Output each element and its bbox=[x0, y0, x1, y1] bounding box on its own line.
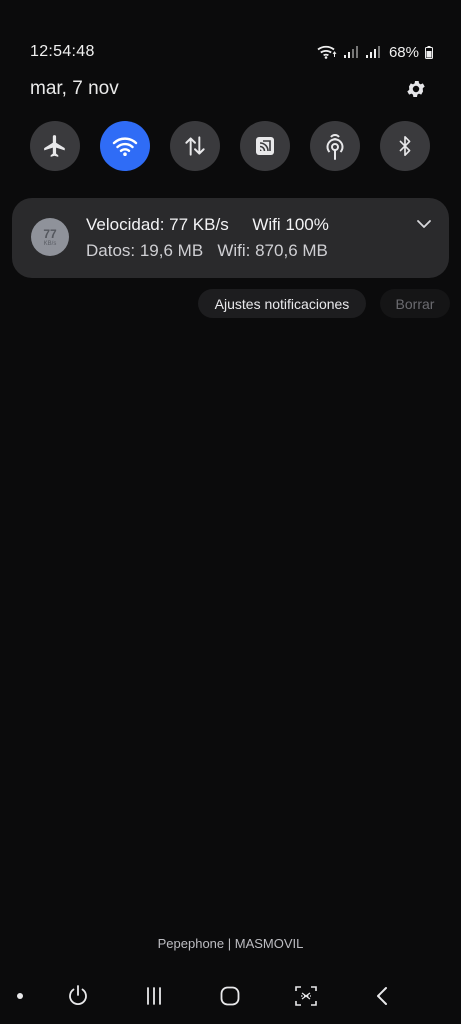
nav-dot-button[interactable] bbox=[0, 976, 40, 1016]
wifi-toggle[interactable] bbox=[100, 121, 150, 171]
capture-icon bbox=[295, 986, 317, 1006]
back-button[interactable] bbox=[362, 976, 402, 1016]
signal-icon bbox=[343, 46, 358, 58]
home-icon bbox=[220, 986, 240, 1006]
mobile-data-toggle[interactable] bbox=[170, 121, 220, 171]
settings-button[interactable] bbox=[402, 75, 430, 103]
power-button[interactable] bbox=[58, 976, 98, 1016]
battery-icon bbox=[425, 45, 433, 59]
clock: 12:54:48 bbox=[30, 43, 95, 60]
navigation-bar bbox=[0, 976, 461, 1016]
dot-icon bbox=[17, 993, 23, 999]
wifi-icon bbox=[112, 137, 138, 156]
status-bar: 12:54:48 68% bbox=[30, 40, 433, 64]
network-speed-notification[interactable]: 77 KB/s Velocidad: 77 KB/s Wifi 100% Dat… bbox=[12, 198, 449, 278]
bluetooth-toggle[interactable] bbox=[380, 121, 430, 171]
notification-settings-button[interactable]: Ajustes notificaciones bbox=[198, 289, 366, 318]
cast-icon bbox=[256, 137, 274, 155]
notification-shade: 12:54:48 68% mar, 7 nov 77 KB/s Velocida… bbox=[0, 0, 461, 1024]
status-icons: 68% bbox=[317, 44, 433, 61]
signal-icon bbox=[365, 46, 380, 58]
home-button[interactable] bbox=[210, 976, 250, 1016]
data-arrows-icon bbox=[185, 136, 205, 156]
speed-icon-value: 77 bbox=[43, 226, 57, 241]
hotspot-toggle[interactable] bbox=[310, 121, 360, 171]
airplane-icon bbox=[44, 135, 65, 157]
speed-meter-icon: 77 KB/s bbox=[31, 218, 69, 256]
power-icon bbox=[69, 985, 87, 1006]
back-icon bbox=[377, 987, 387, 1005]
notification-speed-line: Velocidad: 77 KB/s Wifi 100% bbox=[86, 215, 329, 234]
recents-button[interactable] bbox=[134, 976, 174, 1016]
quick-settings-toggles bbox=[30, 121, 431, 171]
recents-icon bbox=[147, 987, 161, 1005]
carrier-label: Pepephone | MASMOVIL bbox=[157, 936, 304, 951]
screenshot-button[interactable] bbox=[286, 976, 326, 1016]
chevron-down-icon[interactable] bbox=[415, 217, 433, 231]
speed-icon-unit: KB/s bbox=[43, 240, 57, 247]
hotspot-icon bbox=[326, 134, 344, 160]
clear-button[interactable]: Borrar bbox=[380, 289, 450, 318]
battery-percent: 68% bbox=[388, 43, 419, 61]
cast-toggle[interactable] bbox=[240, 121, 290, 171]
airplane-mode-toggle[interactable] bbox=[30, 121, 80, 171]
date-label: mar, 7 nov bbox=[30, 78, 119, 99]
gear-icon bbox=[407, 81, 425, 97]
bluetooth-icon bbox=[399, 136, 411, 156]
wifi-icon bbox=[317, 45, 337, 59]
notification-data-line: Datos: 19,6 MB Wifi: 870,6 MB bbox=[86, 241, 328, 260]
